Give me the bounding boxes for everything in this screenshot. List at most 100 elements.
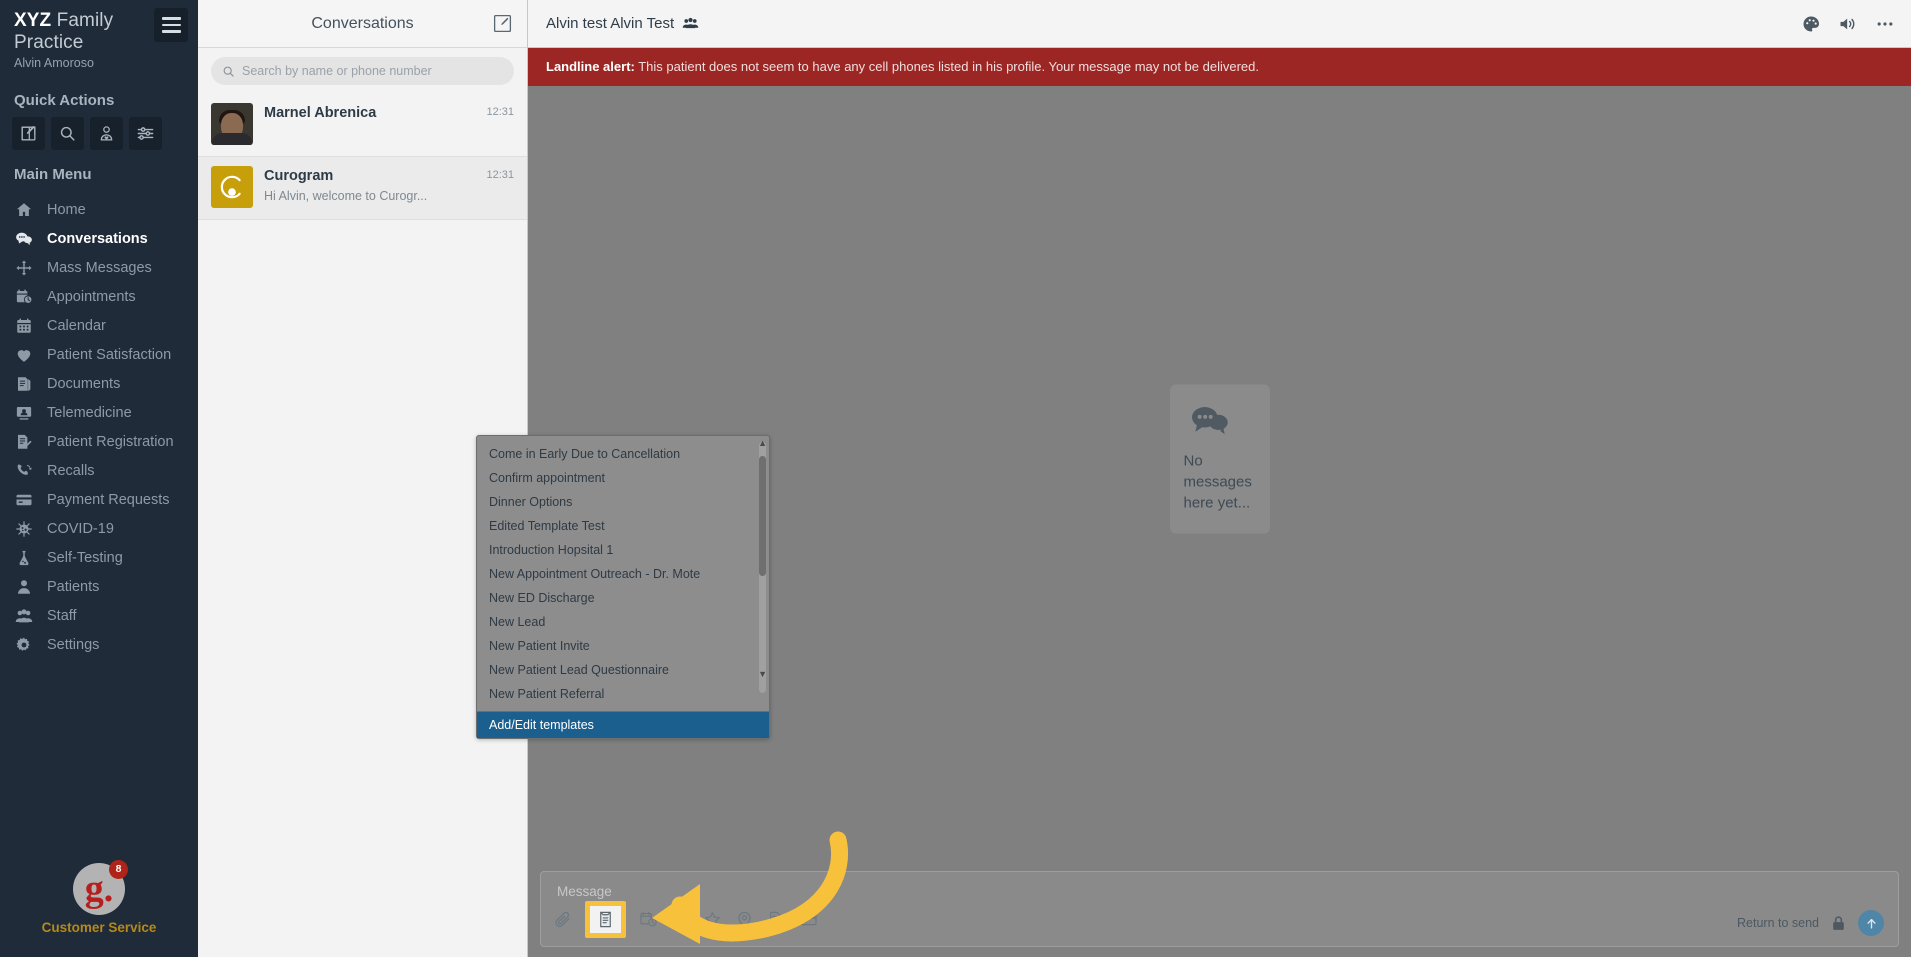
sidebar-item-label: Mass Messages bbox=[47, 260, 152, 276]
quick-action-search-button[interactable] bbox=[51, 117, 84, 150]
template-list-item[interactable]: New ED Discharge bbox=[477, 586, 769, 610]
compose-icon bbox=[19, 124, 38, 143]
template-list-item[interactable]: New Patient Lead Questionnaire bbox=[477, 658, 769, 682]
sidebar-item-conversations[interactable]: Conversations bbox=[0, 224, 198, 253]
appointment-icon[interactable] bbox=[639, 910, 658, 929]
sidebar-item-label: Staff bbox=[47, 608, 77, 624]
quick-action-add-patient-button[interactable] bbox=[90, 117, 123, 150]
template-list-item[interactable]: New Patient Referral bbox=[477, 682, 769, 706]
sidebar-item-self-testing[interactable]: Self-Testing bbox=[0, 543, 198, 572]
template-dropdown[interactable]: Come in Early Due to Cancellation Confir… bbox=[476, 435, 770, 739]
curogram-logo-icon bbox=[215, 170, 249, 204]
palette-icon[interactable] bbox=[1801, 14, 1821, 34]
heart-icon bbox=[14, 345, 34, 365]
avatar bbox=[211, 166, 253, 208]
location-icon-glyph bbox=[735, 910, 754, 929]
more-options-icon[interactable] bbox=[1875, 14, 1895, 34]
compose-icon bbox=[492, 13, 513, 34]
send-button[interactable] bbox=[1858, 910, 1884, 936]
sidebar-item-settings[interactable]: Settings bbox=[0, 630, 198, 659]
payment-icon bbox=[14, 490, 34, 510]
message-input-line[interactable]: Message bbox=[541, 872, 1898, 899]
conversation-preview: Hi Alvin, welcome to Curogr... bbox=[264, 189, 514, 203]
dropdown-scrollbar-track[interactable] bbox=[759, 442, 766, 693]
send-arrow-icon bbox=[1864, 916, 1879, 931]
chat-bubbles-icon bbox=[1188, 405, 1230, 439]
landline-alert-banner: Landline alert: This patient does not se… bbox=[528, 48, 1911, 86]
sidebar-item-patient-satisfaction[interactable]: Patient Satisfaction bbox=[0, 340, 198, 369]
review-star-icon[interactable] bbox=[703, 910, 722, 929]
customer-service-widget[interactable]: g. 8 Customer Service bbox=[0, 863, 198, 935]
scroll-down-arrow-icon[interactable]: ▼ bbox=[758, 669, 767, 679]
search-input[interactable] bbox=[242, 64, 503, 78]
satisfaction-icon[interactable] bbox=[671, 910, 690, 929]
add-edit-templates-button[interactable]: Add/Edit templates bbox=[477, 711, 769, 738]
header-actions bbox=[1801, 0, 1895, 48]
quick-action-compose-button[interactable] bbox=[12, 117, 45, 150]
recalls-icon bbox=[14, 461, 34, 481]
lock-icon bbox=[1830, 914, 1847, 933]
empty-state-line2: here yet... bbox=[1184, 493, 1256, 514]
sidebar-item-telemedicine[interactable]: Telemedicine bbox=[0, 398, 198, 427]
template-list-item[interactable]: New Lead bbox=[477, 610, 769, 634]
template-list-item[interactable]: Come in Early Due to Cancellation bbox=[477, 442, 769, 466]
alert-prefix: Landline alert: bbox=[546, 59, 635, 74]
avatar-body bbox=[212, 133, 252, 145]
attachment-icon[interactable] bbox=[553, 910, 572, 929]
sidebar-item-staff[interactable]: Staff bbox=[0, 601, 198, 630]
dropdown-scrollbar-thumb[interactable] bbox=[759, 456, 766, 576]
conversation-body: Curogram Hi Alvin, welcome to Curogr... bbox=[264, 166, 514, 208]
search-box[interactable] bbox=[211, 57, 514, 85]
form-icon[interactable] bbox=[767, 910, 786, 929]
payment-card-icon[interactable] bbox=[799, 910, 818, 929]
main-menu-title: Main Menu bbox=[0, 150, 198, 191]
sidebar-item-calendar[interactable]: Calendar bbox=[0, 311, 198, 340]
sidebar-item-label: Recalls bbox=[47, 463, 95, 479]
add-patient-icon bbox=[97, 124, 116, 143]
template-list-item[interactable]: Dinner Options bbox=[477, 490, 769, 514]
template-list-item[interactable]: Nutrition Follow Up - Food Journal bbox=[477, 706, 769, 711]
group-icon bbox=[682, 15, 699, 32]
sidebar-item-label: Self-Testing bbox=[47, 550, 123, 566]
sidebar-item-label: COVID-19 bbox=[47, 521, 114, 537]
page-title: Alvin test Alvin Test bbox=[546, 15, 699, 32]
calendar-icon bbox=[14, 316, 34, 336]
volume-icon[interactable] bbox=[1838, 14, 1858, 34]
template-list-item[interactable]: New Appointment Outreach - Dr. Mote bbox=[477, 562, 769, 586]
current-user-name: Alvin Amoroso bbox=[14, 56, 184, 70]
sidebar-item-documents[interactable]: Documents bbox=[0, 369, 198, 398]
conversation-list-item[interactable]: Curogram Hi Alvin, welcome to Curogr... … bbox=[198, 157, 527, 220]
conversation-timestamp: 12:31 bbox=[486, 106, 514, 118]
location-icon[interactable] bbox=[735, 910, 754, 929]
template-list-item[interactable]: Confirm appointment bbox=[477, 466, 769, 490]
sidebar-item-payment-requests[interactable]: Payment Requests bbox=[0, 485, 198, 514]
template-list-item[interactable]: Introduction Hopsital 1 bbox=[477, 538, 769, 562]
sidebar-item-patients[interactable]: Patients bbox=[0, 572, 198, 601]
empty-state-text: No messages here yet... bbox=[1184, 451, 1256, 514]
template-icon[interactable] bbox=[585, 901, 626, 938]
template-list-item[interactable]: Edited Template Test bbox=[477, 514, 769, 538]
template-dropdown-list[interactable]: Come in Early Due to Cancellation Confir… bbox=[477, 436, 769, 711]
new-conversation-button[interactable] bbox=[492, 13, 513, 39]
template-list-item[interactable]: New Patient Invite bbox=[477, 634, 769, 658]
volume-icon-glyph bbox=[1838, 14, 1858, 34]
message-composer: Message bbox=[540, 871, 1899, 947]
quick-action-filters-button[interactable] bbox=[129, 117, 162, 150]
scroll-up-arrow-icon[interactable]: ▲ bbox=[758, 438, 767, 448]
sidebar-item-appointments[interactable]: Appointments bbox=[0, 282, 198, 311]
sidebar-item-recalls[interactable]: Recalls bbox=[0, 456, 198, 485]
documents-icon bbox=[14, 374, 34, 394]
empty-state-line1: No messages bbox=[1184, 451, 1256, 493]
alert-text: This patient does not seem to have any c… bbox=[635, 59, 1259, 74]
appointment-icon-glyph bbox=[639, 910, 658, 929]
sidebar-item-covid-19[interactable]: COVID-19 bbox=[0, 514, 198, 543]
customer-service-badge: 8 bbox=[109, 860, 128, 879]
conversation-title-text: Alvin test Alvin Test bbox=[546, 15, 674, 32]
sidebar-item-mass-messages[interactable]: Mass Messages bbox=[0, 253, 198, 282]
template-icon-glyph bbox=[596, 910, 615, 929]
sidebar-item-home[interactable]: Home bbox=[0, 195, 198, 224]
conversation-list-item[interactable]: Marnel Abrenica 12:31 bbox=[198, 94, 527, 157]
satisfaction-icon-glyph bbox=[671, 910, 690, 929]
sidebar-item-patient-registration[interactable]: Patient Registration bbox=[0, 427, 198, 456]
menu-toggle-button[interactable] bbox=[154, 8, 188, 42]
